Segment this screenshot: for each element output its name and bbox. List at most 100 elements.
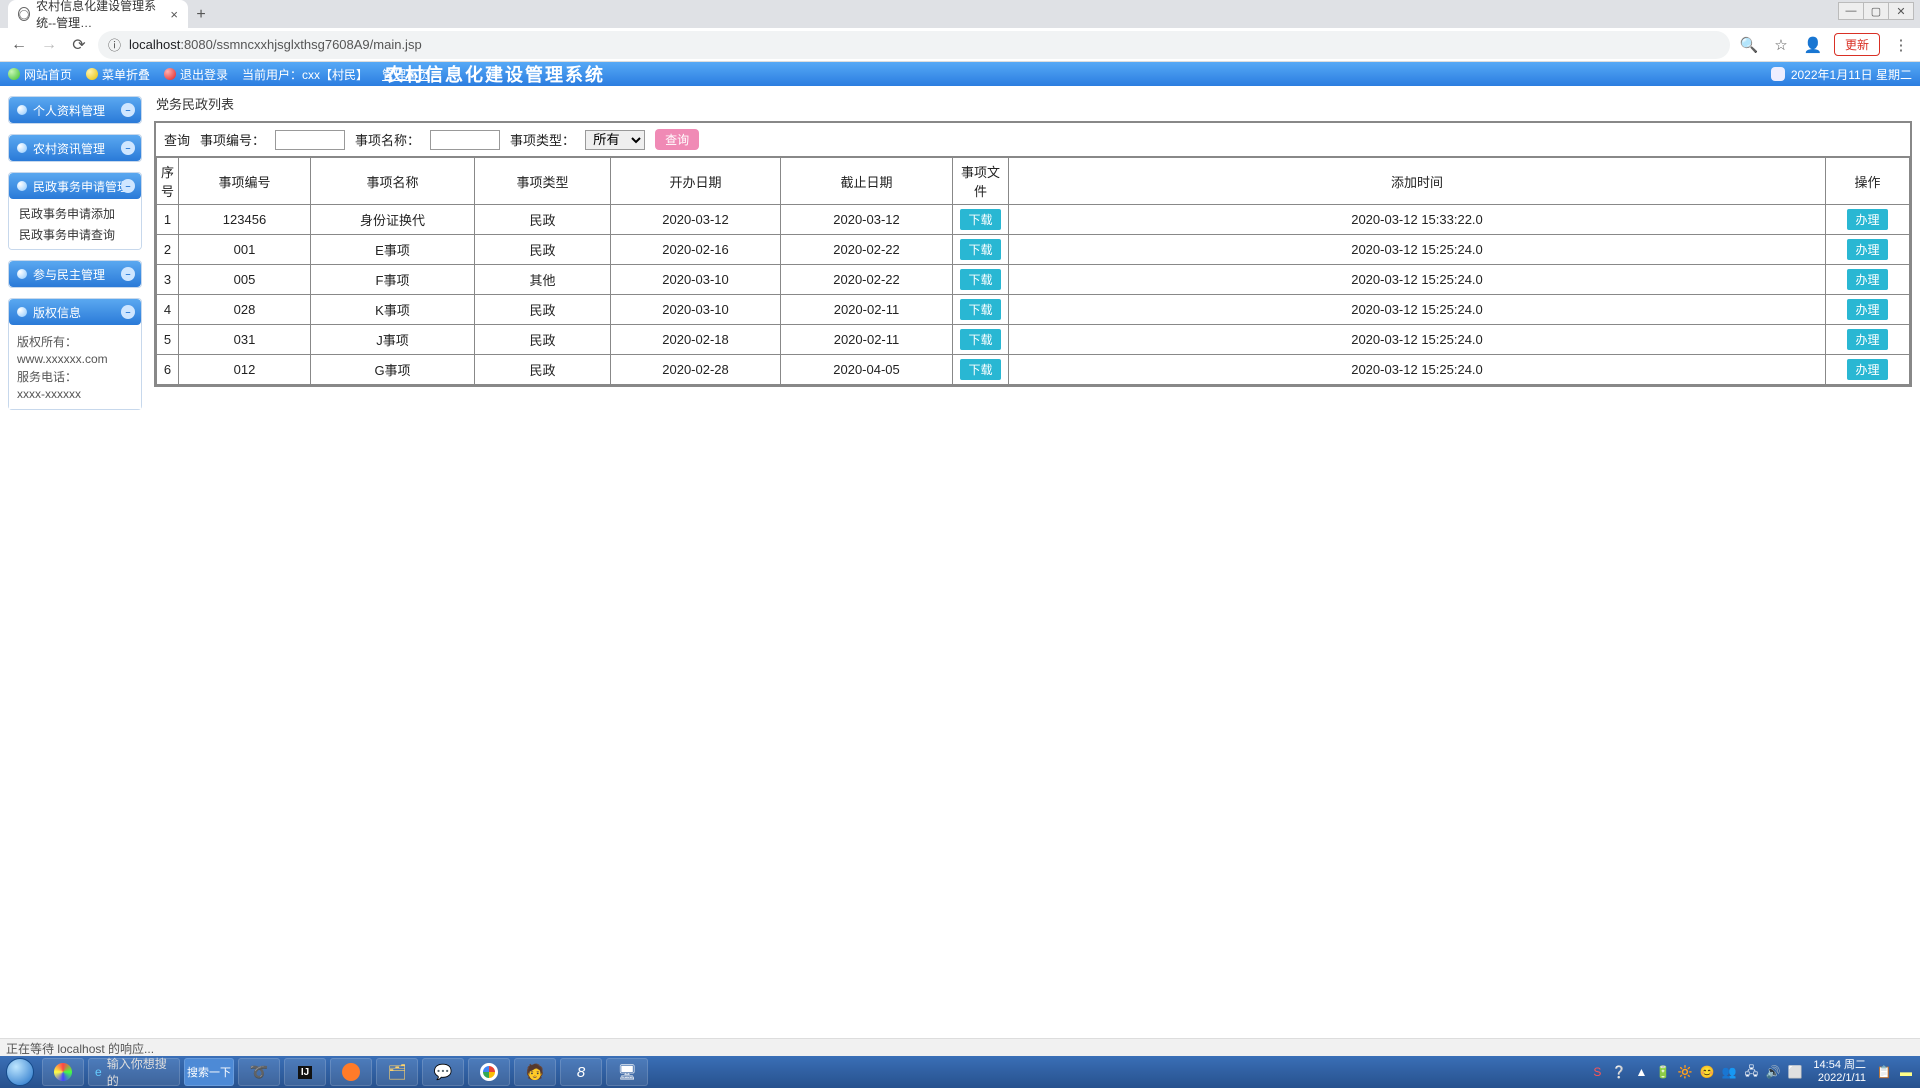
search-button[interactable]: 查询 (655, 129, 699, 150)
cell-file: 下载 (953, 355, 1009, 385)
copyright-line: xxxx-xxxxxx (17, 387, 133, 401)
site-info-icon[interactable]: ⓘ (108, 35, 121, 54)
forward-button[interactable]: → (38, 34, 60, 56)
sidebar-head-copyright[interactable]: 版权信息 – (9, 299, 141, 325)
tray-icon[interactable]: 👥 (1721, 1064, 1737, 1080)
taskbar-app[interactable]: 🖥 (606, 1058, 648, 1086)
maximize-button[interactable]: ▢ (1863, 2, 1889, 20)
close-window-button[interactable]: ✕ (1888, 2, 1914, 20)
address-bar[interactable]: ⓘ localhost:8080/ssmncxxhjsglxthsg7608A9… (98, 31, 1730, 59)
cell-added: 2020-03-12 15:25:24.0 (1009, 235, 1826, 265)
profile-icon[interactable]: 👤 (1802, 34, 1824, 56)
minimize-button[interactable]: — (1838, 2, 1864, 20)
name-input[interactable] (430, 130, 500, 150)
kebab-menu-icon[interactable]: ⋮ (1890, 34, 1912, 56)
collapse-icon[interactable]: – (121, 267, 135, 281)
bullet-icon (17, 143, 27, 153)
taskbar-app[interactable]: ➰ (238, 1058, 280, 1086)
reload-button[interactable]: ⟳ (68, 34, 90, 56)
taskbar-app[interactable] (468, 1058, 510, 1086)
tray-icon[interactable]: 🔆 (1677, 1064, 1693, 1080)
handle-button[interactable]: 办理 (1847, 209, 1887, 230)
taskbar-app[interactable]: IJ (284, 1058, 326, 1086)
volume-icon[interactable]: 🔊 (1765, 1064, 1781, 1080)
bookmark-star-icon[interactable]: ☆ (1770, 34, 1792, 56)
app-icon: 🖥 (617, 1063, 636, 1081)
tray-icon[interactable]: ❔ (1611, 1064, 1627, 1080)
sidebar-label: 版权信息 (33, 304, 81, 321)
taskbar-search-button[interactable]: 搜索一下 (184, 1058, 234, 1086)
dot-icon (86, 68, 98, 80)
network-icon[interactable]: 🖧 (1743, 1064, 1759, 1080)
cell-start: 2020-02-28 (611, 355, 781, 385)
download-button[interactable]: 下载 (960, 239, 1000, 260)
sidebar-subitem[interactable]: 民政事务申请添加 (15, 203, 135, 224)
link-site-home[interactable]: 网站首页 (8, 66, 72, 83)
download-button[interactable]: 下载 (960, 269, 1000, 290)
sidebar-section: 个人资料管理 – (8, 96, 142, 124)
tray-icon[interactable]: S (1589, 1064, 1605, 1080)
battery-icon[interactable]: 🔋 (1655, 1064, 1671, 1080)
tray-icon[interactable]: ▲ (1633, 1064, 1649, 1080)
taskbar-app[interactable]: 🗂 (376, 1058, 418, 1086)
cell-name: 身份证换代 (311, 205, 475, 235)
wechat-icon: 💬 (434, 1063, 453, 1081)
link-menu-toggle[interactable]: 菜单折叠 (86, 66, 150, 83)
cell-file: 下载 (953, 325, 1009, 355)
new-tab-button[interactable]: + (188, 2, 214, 28)
url-text: localhost:8080/ssmncxxhjsglxthsg7608A9/m… (129, 37, 422, 52)
avatar-icon: 🧑 (526, 1063, 545, 1081)
download-button[interactable]: 下载 (960, 299, 1000, 320)
sidebar-item[interactable]: 农村资讯管理 – (9, 135, 141, 161)
taskbar-search-box[interactable]: e 输入你想搜的 (88, 1058, 180, 1086)
code-input[interactable] (275, 130, 345, 150)
taskbar-app[interactable]: 8 (560, 1058, 602, 1086)
taskbar-app[interactable] (330, 1058, 372, 1086)
download-button[interactable]: 下载 (960, 329, 1000, 350)
sidebar-item[interactable]: 参与民主管理 – (9, 261, 141, 287)
close-tab-icon[interactable]: × (170, 7, 178, 22)
taskbar-clock[interactable]: 14:54 周二 2022/1/11 (1813, 1059, 1866, 1085)
taskbar-app[interactable] (42, 1058, 84, 1086)
collapse-icon[interactable]: – (121, 305, 135, 319)
cell-added: 2020-03-12 15:33:22.0 (1009, 205, 1826, 235)
link-logout[interactable]: 退出登录 (164, 66, 228, 83)
collapse-icon[interactable]: – (121, 179, 135, 193)
cell-file: 下载 (953, 235, 1009, 265)
back-button[interactable]: ← (8, 34, 30, 56)
tray-icon[interactable]: ⬜ (1787, 1064, 1803, 1080)
handle-button[interactable]: 办理 (1847, 239, 1887, 260)
cell-start: 2020-03-10 (611, 265, 781, 295)
handle-button[interactable]: 办理 (1847, 359, 1887, 380)
sidebar-item[interactable]: 个人资料管理 – (9, 97, 141, 123)
sidebar-label: 参与民主管理 (33, 266, 105, 283)
browser-tab[interactable]: ◯ 农村信息化建设管理系统--管理… × (8, 0, 188, 28)
collapse-icon[interactable]: – (121, 141, 135, 155)
cell-start: 2020-02-16 (611, 235, 781, 265)
browser-status-bar: 正在等待 localhost 的响应... (0, 1038, 1920, 1056)
start-button[interactable] (0, 1056, 40, 1088)
search-icon[interactable]: 🔍 (1738, 34, 1760, 56)
copyright-line: www.xxxxxx.com (17, 352, 133, 366)
taskbar-app[interactable]: 💬 (422, 1058, 464, 1086)
handle-button[interactable]: 办理 (1847, 299, 1887, 320)
handle-button[interactable]: 办理 (1847, 329, 1887, 350)
type-select[interactable]: 所有 (585, 130, 645, 150)
tray-icon[interactable]: 📋 (1876, 1064, 1892, 1080)
sidebar-item[interactable]: 民政事务申请管理 – (9, 173, 141, 199)
sidebar-subitem[interactable]: 民政事务申请查询 (15, 224, 135, 245)
tray-icon[interactable]: 😊 (1699, 1064, 1715, 1080)
download-button[interactable]: 下载 (960, 209, 1000, 230)
tray-icon[interactable]: ▬ (1898, 1064, 1914, 1080)
chrome-icon (480, 1063, 498, 1081)
taskbar-app[interactable]: 🧑 (514, 1058, 556, 1086)
query-label: 查询 (164, 130, 190, 149)
cell-seq: 4 (157, 295, 179, 325)
table-header: 事项文件 (953, 158, 1009, 205)
handle-button[interactable]: 办理 (1847, 269, 1887, 290)
collapse-icon[interactable]: – (121, 103, 135, 117)
download-button[interactable]: 下载 (960, 359, 1000, 380)
copyright-box: 版权信息 – 版权所有：www.xxxxxx.com服务电话：xxxx-xxxx… (8, 298, 142, 410)
update-button[interactable]: 更新 (1834, 33, 1880, 56)
cell-name: F事项 (311, 265, 475, 295)
